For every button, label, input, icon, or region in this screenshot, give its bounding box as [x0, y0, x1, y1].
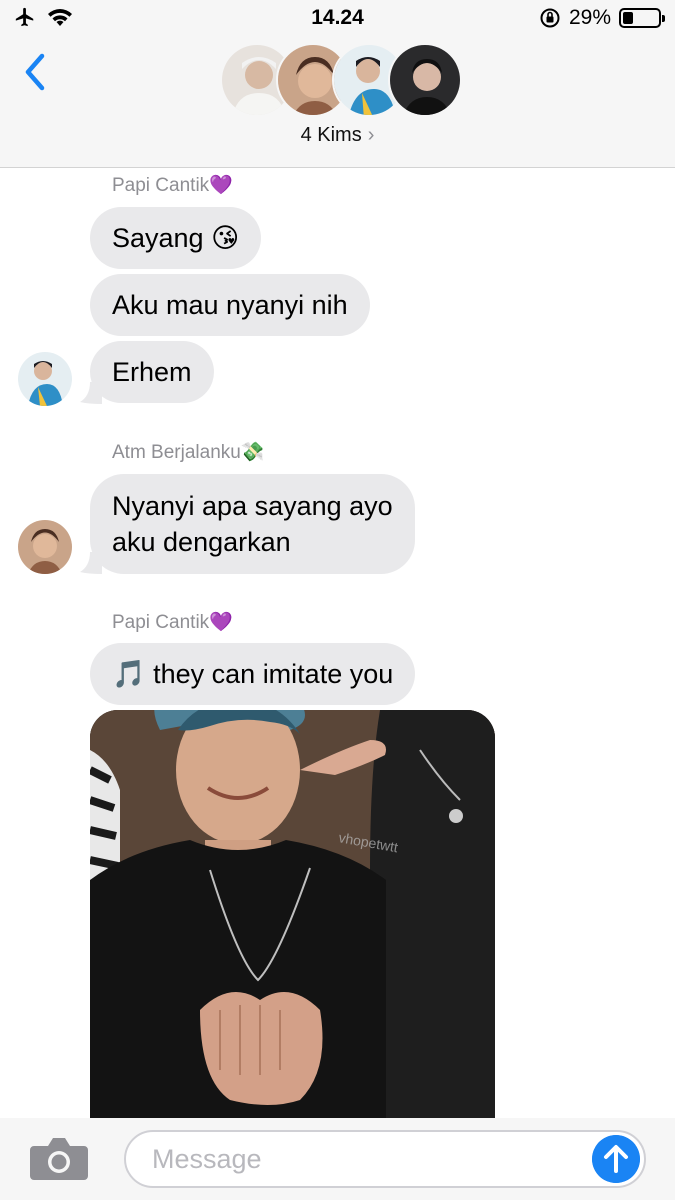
- message-bubble[interactable]: Erhem: [90, 341, 214, 403]
- group-title: 4 Kims: [300, 124, 362, 146]
- battery-icon: [619, 8, 665, 28]
- message-input-placeholder: Message: [152, 1143, 262, 1174]
- message-text-line: Nyanyi apa sayang ayo: [112, 491, 393, 521]
- camera-icon[interactable]: [30, 1134, 88, 1180]
- group-avatars[interactable]: [220, 43, 462, 117]
- status-right: 29%: [539, 6, 665, 30]
- battery-fill: [623, 12, 633, 24]
- message-bubble[interactable]: Sayang 😘: [90, 207, 262, 269]
- message-bubble[interactable]: Aku mau nyanyi nih: [90, 274, 370, 336]
- message-bubble[interactable]: 🎵 they can imitate you: [90, 643, 416, 705]
- avatar[interactable]: [18, 352, 72, 406]
- chevron-left-icon[interactable]: [18, 50, 54, 94]
- message-text: Erhem: [112, 357, 192, 387]
- sender-name: Atm Berjalanku💸: [112, 442, 265, 463]
- arrow-up-icon[interactable]: [592, 1135, 640, 1183]
- chevron-right-icon: ›: [367, 124, 375, 146]
- message-input[interactable]: Message: [124, 1130, 646, 1188]
- avatar: [388, 43, 462, 117]
- sender-name: Papi Cantik💜: [112, 612, 233, 633]
- status-bar: 14.24 29%: [0, 0, 675, 40]
- message-text-line: aku dengarkan: [112, 527, 291, 557]
- message-text: Sayang 😘: [112, 223, 240, 253]
- input-bar: Message: [0, 1118, 675, 1200]
- orientation-lock-icon: [540, 8, 560, 28]
- conversation-header: 4 Kims ›: [0, 40, 675, 168]
- sender-name: Papi Cantik💜: [112, 175, 233, 196]
- message-text: Aku mau nyanyi nih: [112, 290, 348, 320]
- message-bubble[interactable]: Nyanyi apa sayang ayo aku dengarkan: [90, 474, 415, 574]
- image-attachment[interactable]: vhopetwtt: [90, 710, 495, 1120]
- avatar[interactable]: [18, 520, 72, 574]
- message-text: 🎵 they can imitate you: [112, 659, 394, 689]
- group-name[interactable]: 4 Kims ›: [0, 124, 675, 147]
- battery-percent: 29%: [568, 6, 611, 29]
